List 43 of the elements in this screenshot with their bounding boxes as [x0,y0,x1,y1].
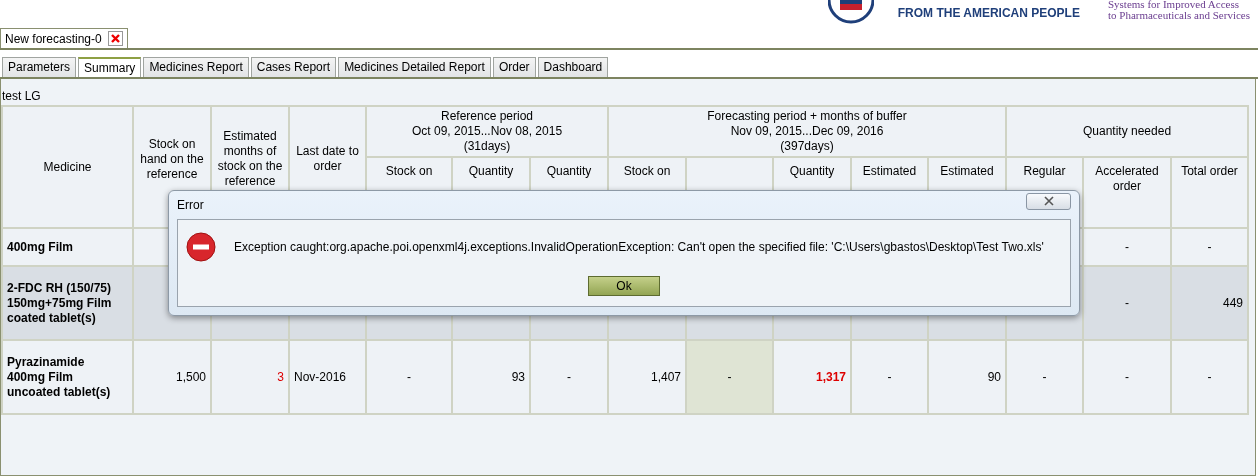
tab[interactable]: Order [492,57,536,77]
table-cell: 3 [211,340,289,414]
document-tab[interactable]: New forecasting-0 [0,28,128,48]
table-cell: 1,407 [608,340,686,414]
table-cell: - [1171,228,1249,266]
table-cell: 449 [1171,266,1249,340]
table-cell: 1,500 [133,340,211,414]
medicine-cell: Pyrazinamide 400mg Film uncoated tablet(s) [2,340,133,414]
dialog-title: Error [177,198,204,212]
table-cell: Nov-2016 [289,340,366,414]
close-button[interactable] [1026,192,1071,210]
column-group-header: Quantity needed [1006,106,1249,157]
report-title: test LG [1,88,42,105]
tab[interactable]: Cases Report [250,57,337,77]
table-cell: - [851,340,928,414]
table-cell: 1,317 [773,340,851,414]
column-group-header: Forecasting period + months of buffer Nov 09, 2015...Dec 09, 2016 (397days) [608,106,1007,157]
table-cell: - [1083,266,1172,340]
table-cell: 93 [452,340,530,414]
table-cell: - [1006,340,1084,414]
medicine-cell: 400mg Film [2,228,133,266]
table-cell: - [686,340,773,414]
ok-button[interactable]: Ok [588,276,660,296]
medicine-cell: 2-FDC RH (150/75) 150mg+75mg Film coated tablet(s) [2,266,133,340]
table-cell: - [530,340,608,414]
tab[interactable]: Medicines Detailed Report [338,57,491,77]
close-icon[interactable] [107,31,123,46]
tab[interactable]: Medicines Report [143,57,249,77]
error-icon [186,232,216,262]
table-cell: - [1083,228,1172,266]
table-cell: - [1083,340,1172,414]
tab[interactable]: Dashboard [537,57,609,77]
table-cell: - [366,340,452,414]
table-cell: 90 [928,340,1007,414]
close-icon [1042,196,1055,206]
table-cell: - [1171,340,1249,414]
tagline-text: FROM THE AMERICAN PEOPLE [897,6,1080,20]
tab[interactable]: Parameters [2,57,77,77]
program-name-text: Systems for Improved Access to Pharmaceuticals and Services [1107,0,1250,21]
column-header: Medicine [2,106,133,228]
tab[interactable]: Summary [78,57,142,77]
column-group-header: Reference period Oct 09, 2015...Nov 08, 2015 (31days) [366,106,608,157]
error-message: Exception caught:org.apache.poi.openxml4j.exceptions.InvalidOperationException: Can't open the specified file: 'C:\Users\gbastos\Desktop\Test Two.xls' [234,240,1044,254]
